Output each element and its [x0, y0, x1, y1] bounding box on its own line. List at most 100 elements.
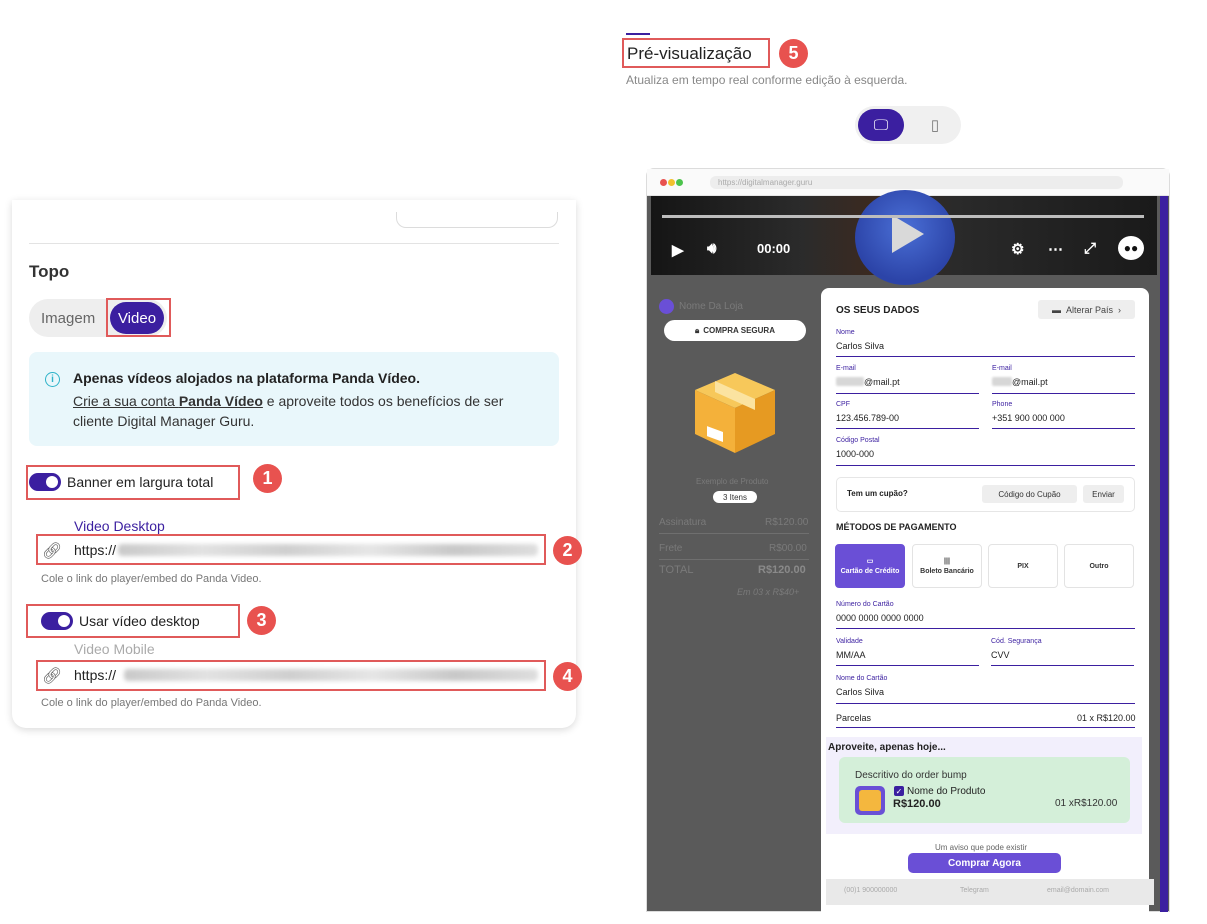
- summary-total-value: R$120.00: [758, 564, 806, 576]
- video-desktop-hint: Cole o link do player/embed do Panda Vid…: [41, 573, 262, 585]
- window-maximize-dot: [676, 179, 683, 186]
- phone-label: Phone: [992, 401, 1013, 408]
- store-name: Nome Da Loja: [679, 301, 743, 312]
- mobile-icon[interactable]: ▯: [925, 115, 945, 135]
- product-box-icon: [695, 373, 775, 453]
- coupon-submit-button[interactable]: Enviar: [1083, 485, 1124, 503]
- scrollbar[interactable]: [1160, 196, 1168, 912]
- title-accent: [626, 33, 650, 35]
- summary-subscription-label: Assinatura: [659, 517, 707, 528]
- card-number-label: Número do Cartão: [836, 601, 894, 608]
- email-field[interactable]: @mail.pt: [864, 377, 900, 387]
- more-icon[interactable]: ⋯: [1048, 240, 1063, 258]
- highlight-box: [26, 465, 240, 500]
- flag-icon: ▬: [1051, 304, 1061, 315]
- video-mobile-label: Video Mobile: [74, 641, 155, 657]
- blurred-url: [118, 544, 538, 556]
- payment-credit-card[interactable]: ▭ Cartão de Crédito: [835, 544, 905, 588]
- field-underline: [836, 356, 1135, 357]
- payment-methods-title: MÉTODOS DE PAGAMENTO: [836, 522, 957, 532]
- window-minimize-dot: [668, 179, 675, 186]
- field-underline: [992, 428, 1135, 429]
- annotation-badge-1: 1: [253, 464, 282, 493]
- link-icon: 🔗︎: [42, 668, 63, 685]
- divider: [29, 243, 559, 244]
- field-underline: [836, 703, 1135, 704]
- email-label: E-mail: [836, 365, 856, 372]
- card-number-field[interactable]: 0000 0000 0000 0000: [836, 613, 924, 623]
- order-bump-description: Descritivo do order bump: [855, 770, 967, 781]
- summary-total-label: TOTAL: [659, 564, 694, 576]
- validity-field[interactable]: MM/AA: [836, 650, 866, 660]
- address-bar[interactable]: https://digitalmanager.guru: [710, 176, 1123, 189]
- desktop-icon[interactable]: 🖵︎: [858, 109, 904, 141]
- link-icon: 🔗︎: [42, 543, 63, 560]
- order-bump-qty: 01 xR$120.00: [1055, 798, 1118, 809]
- payment-boleto[interactable]: ||| Boleto Bancário: [912, 544, 982, 588]
- summary-subscription-value: R$120.00: [765, 517, 809, 528]
- form-title: OS SEUS DADOS: [836, 305, 920, 316]
- summary-installments: Em 03 x R$40+: [737, 587, 800, 597]
- product-name: Exemplo de Produto: [696, 477, 769, 486]
- play-overlay-icon[interactable]: [892, 215, 924, 253]
- payment-pix[interactable]: PIX: [988, 544, 1058, 588]
- cvv-label: Cód. Segurança: [991, 638, 1042, 645]
- video-desktop-value: https://: [74, 542, 117, 558]
- postal-code-label: Código Postal: [836, 437, 880, 444]
- notice-text: Um aviso que pode existir: [935, 843, 1028, 852]
- window-close-dot: [660, 179, 667, 186]
- payment-other[interactable]: Outro: [1064, 544, 1134, 588]
- items-count: 3 Itens: [713, 491, 757, 503]
- top-button-edge[interactable]: [396, 212, 558, 228]
- card-holder-field[interactable]: Carlos Silva: [836, 687, 884, 697]
- annotation-badge-4: 4: [553, 662, 582, 691]
- cpf-label: CPF: [836, 401, 850, 408]
- fullscreen-icon[interactable]: ⤢: [1084, 240, 1096, 257]
- cpf-field[interactable]: 123.456.789-00: [836, 413, 899, 423]
- highlight-box: [106, 298, 171, 337]
- volume-icon[interactable]: 🔊︎: [707, 240, 716, 257]
- postal-code-field[interactable]: 1000-000: [836, 449, 874, 459]
- annotation-badge-2: 2: [553, 536, 582, 565]
- email-confirm-field[interactable]: @mail.pt: [1012, 377, 1048, 387]
- order-bump-checkbox[interactable]: ✓: [894, 786, 904, 796]
- preview-subtitle: Atualiza em tempo real conforme edição à…: [626, 73, 908, 87]
- video-progress-bar[interactable]: [662, 215, 1144, 218]
- create-account-link[interactable]: Crie a sua conta Panda Vídeo: [73, 393, 263, 409]
- email-confirm-label: E-mail: [992, 365, 1012, 372]
- highlight-box: [26, 604, 240, 638]
- summary-shipping-label: Frete: [659, 543, 683, 554]
- gear-icon[interactable]: ⚙: [1011, 240, 1024, 258]
- name-label: Nome: [836, 329, 855, 336]
- coupon-input[interactable]: Código do Cupão: [982, 485, 1077, 503]
- footer-email: email@domain.com: [1047, 887, 1109, 894]
- field-underline: [836, 665, 979, 666]
- footer-telegram: Telegram: [960, 887, 989, 894]
- highlight-box: [622, 38, 770, 68]
- annotation-badge-3: 3: [247, 606, 276, 635]
- change-country-button[interactable]: ▬ Alterar País ›: [1038, 300, 1135, 319]
- name-field[interactable]: Carlos Silva: [836, 341, 884, 351]
- lock-icon: 🔒︎: [695, 325, 700, 335]
- product-box-icon: [859, 790, 881, 811]
- phone-field[interactable]: +351 900 000 000: [992, 413, 1065, 423]
- store-logo: [659, 299, 674, 314]
- buy-now-button[interactable]: Comprar Agora: [908, 853, 1061, 873]
- info-icon: i: [45, 372, 60, 387]
- field-underline: [836, 628, 1135, 629]
- field-underline: [836, 393, 979, 394]
- footer-phone: (00)1 900000000: [844, 887, 898, 894]
- blurred-email: [836, 377, 864, 386]
- info-text-line2: cliente Digital Manager Guru.: [73, 413, 255, 429]
- field-underline: [992, 393, 1135, 394]
- segment-image-option[interactable]: Imagem: [41, 310, 95, 327]
- video-time: 00:00: [757, 241, 791, 256]
- cvv-field[interactable]: CVV: [991, 650, 1010, 660]
- annotation-badge-5: 5: [779, 39, 808, 68]
- field-underline: [836, 727, 1135, 728]
- play-icon[interactable]: ▶: [672, 241, 684, 259]
- blurred-url: [124, 669, 538, 681]
- card-holder-label: Nome do Cartão: [836, 675, 888, 682]
- order-bump-title: Aproveite, apenas hoje...: [828, 742, 946, 753]
- installments-select[interactable]: 01 x R$120.00: [1077, 713, 1136, 723]
